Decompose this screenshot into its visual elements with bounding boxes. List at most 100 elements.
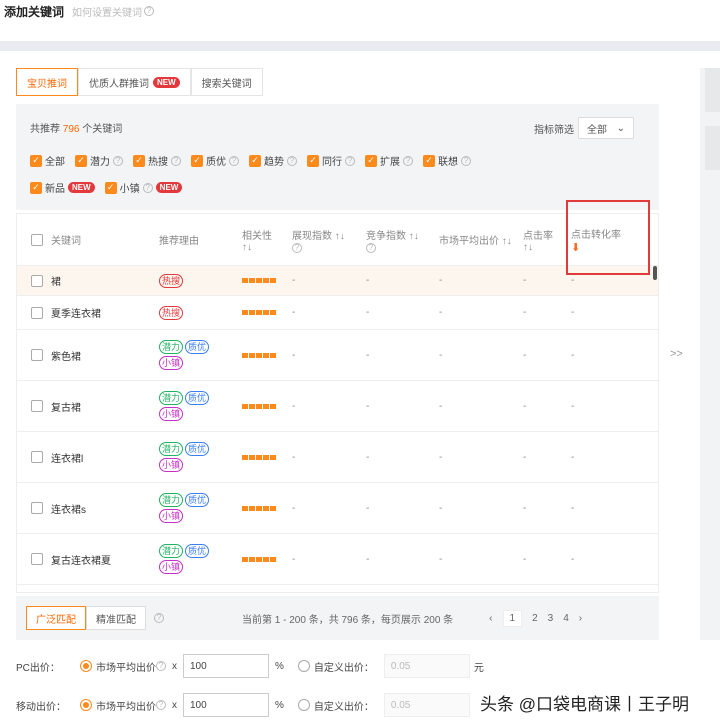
pc-percent-input[interactable]: 100	[183, 654, 269, 678]
header-competition[interactable]: 竞争指数 ↑↓?	[366, 227, 439, 253]
checkbox[interactable]: ✓	[191, 154, 203, 167]
page-link[interactable]: 3	[548, 613, 554, 624]
index-filter-select[interactable]: 全部 ⌄	[578, 117, 634, 139]
value-cell: -	[292, 349, 296, 361]
checkbox[interactable]: ✓	[423, 154, 435, 167]
table-row[interactable]: 紫色裙 潜力 质优 小镇 - - - - -	[17, 330, 658, 381]
value-cell: -	[523, 553, 527, 565]
reason-cell: 热搜	[159, 273, 242, 288]
page-link[interactable]: 4	[563, 613, 569, 624]
new-badge: NEW	[153, 76, 180, 88]
question-icon: ?	[287, 155, 297, 166]
row-checkbox[interactable]	[31, 400, 43, 412]
mobile-market-radio[interactable]	[80, 699, 92, 711]
pc-custom-radio[interactable]	[297, 660, 310, 672]
value-cell: -	[292, 502, 296, 514]
header-ctr[interactable]: 点击率 ↑↓	[523, 227, 571, 253]
pc-custom-input[interactable]: 0.05	[383, 654, 470, 678]
question-icon: ?	[156, 700, 166, 710]
row-checkbox[interactable]	[31, 349, 43, 361]
exact-match-button[interactable]: 精准匹配	[86, 606, 146, 630]
filter-item[interactable]: ✓ 新品 NEW	[30, 180, 95, 195]
header: 添加关键词 如何设置关键词?	[0, 0, 720, 22]
chevron-down-icon: ⌄	[616, 122, 625, 134]
relevance-cell	[242, 278, 292, 283]
table-row[interactable]: 夏季连衣裙 热搜 - - - - -	[17, 296, 658, 330]
value-cell: -	[523, 502, 527, 514]
header-keyword: 关键词	[17, 232, 159, 247]
pc-market-radio[interactable]	[80, 660, 92, 672]
tab-audience[interactable]: 优质人群推词 NEW	[78, 68, 191, 96]
next-page-icon[interactable]: ›	[579, 613, 582, 624]
select-all-checkbox[interactable]	[31, 233, 43, 246]
sort-icon: ↑↓	[334, 230, 345, 242]
table-row[interactable]: 复古连衣裙夏 潜力 质优 小镇 - - - - -	[17, 534, 658, 585]
header-avg-bid[interactable]: 市场平均出价 ↑↓	[439, 232, 523, 247]
header-impressions[interactable]: 展现指数 ↑↓?	[292, 227, 366, 253]
checkbox[interactable]: ✓	[30, 181, 42, 194]
checkbox[interactable]: ✓	[249, 154, 261, 167]
filter-item[interactable]: ✓ 潜力?	[75, 153, 123, 168]
checkbox[interactable]: ✓	[30, 154, 42, 167]
table-row[interactable]: 连衣裙l 潜力 质优 小镇 - - - - -	[17, 432, 658, 483]
keyword-cell: 夏季连衣裙	[17, 305, 159, 320]
keyword-count: 共推荐 796 个关键词	[30, 124, 123, 135]
filter-item[interactable]: ✓ 扩展?	[365, 153, 413, 168]
row-checkbox[interactable]	[31, 451, 43, 463]
pagination: ‹ 1 2 3 4 ›	[489, 609, 582, 627]
filter-label: 联想	[438, 157, 458, 168]
filter-item[interactable]: ✓ 小镇? NEW	[104, 180, 183, 195]
checkbox[interactable]: ✓	[104, 181, 117, 194]
header-relevance[interactable]: 相关性 ↑↓	[242, 227, 292, 253]
row-checkbox[interactable]	[31, 502, 43, 514]
filter-item[interactable]: ✓ 质优?	[191, 153, 239, 168]
tab-item-recommend[interactable]: 宝贝推词	[16, 68, 78, 96]
right-panel	[700, 68, 720, 640]
reason-tag: 热搜	[159, 305, 184, 320]
prev-page-icon[interactable]: ‹	[489, 613, 492, 624]
value-cell: -	[292, 451, 296, 463]
value-cell: -	[439, 400, 443, 412]
mobile-custom-radio[interactable]	[297, 699, 310, 711]
relevance-bars	[242, 556, 292, 562]
row-checkbox[interactable]	[31, 306, 43, 319]
checkbox[interactable]: ✓	[307, 154, 319, 167]
keyword-table: 关键词 推荐理由 相关性 ↑↓ 展现指数 ↑↓? 竞争指数 ↑↓? 市场平均出价 …	[16, 213, 659, 593]
relevance-bars	[242, 454, 292, 460]
table-row[interactable]: 裙 热搜 - - - - -	[17, 266, 658, 296]
value-cell: -	[439, 275, 443, 286]
page-link[interactable]: 2	[532, 613, 538, 624]
row-checkbox[interactable]	[31, 553, 43, 565]
checkbox[interactable]: ✓	[133, 154, 145, 167]
filter-item[interactable]: ✓ 全部	[30, 153, 65, 168]
value-cell: -	[366, 451, 370, 463]
table-row[interactable]: 复古裙 潜力 质优 小镇 - - - - -	[17, 381, 658, 432]
value-cell: -	[366, 307, 370, 318]
checkbox[interactable]: ✓	[75, 154, 87, 167]
checkbox[interactable]: ✓	[365, 154, 377, 167]
page-link[interactable]: 1	[502, 609, 523, 627]
help-link[interactable]: 如何设置关键词?	[72, 4, 155, 19]
relevance-bars	[242, 505, 292, 511]
question-icon: ?	[142, 182, 153, 193]
value-cell: -	[571, 502, 575, 514]
reason-tag: 小镇	[159, 458, 184, 472]
watermark: 头条 @口袋电商课丨王子明	[480, 695, 689, 714]
table-row[interactable]: 连衣裙s 潜力 质优 小镇 - - - - -	[17, 483, 658, 534]
tab-search[interactable]: 搜索关键词	[190, 68, 263, 96]
reason-tag: 质优	[185, 493, 210, 507]
mobile-percent-input[interactable]: 100	[183, 693, 269, 717]
broad-match-button[interactable]: 广泛匹配	[26, 606, 86, 630]
filter-item[interactable]: ✓ 联想?	[423, 153, 471, 168]
row-checkbox[interactable]	[31, 274, 43, 287]
filter-item[interactable]: ✓ 趋势?	[249, 153, 297, 168]
index-filter: 指标筛选 全部 ⌄	[534, 117, 634, 139]
relevance-cell	[242, 352, 292, 358]
filter-item[interactable]: ✓ 热搜?	[133, 153, 181, 168]
mobile-custom-input[interactable]: 0.05	[383, 693, 470, 717]
relevance-cell	[242, 454, 292, 460]
expand-button[interactable]: >>	[670, 348, 683, 360]
filter-item[interactable]: ✓ 同行?	[307, 153, 355, 168]
table-footer: 广泛匹配 精准匹配 ? 当前第 1 - 200 条，共 796 条，每页展示 2…	[16, 596, 659, 640]
scrollbar[interactable]	[653, 266, 657, 280]
